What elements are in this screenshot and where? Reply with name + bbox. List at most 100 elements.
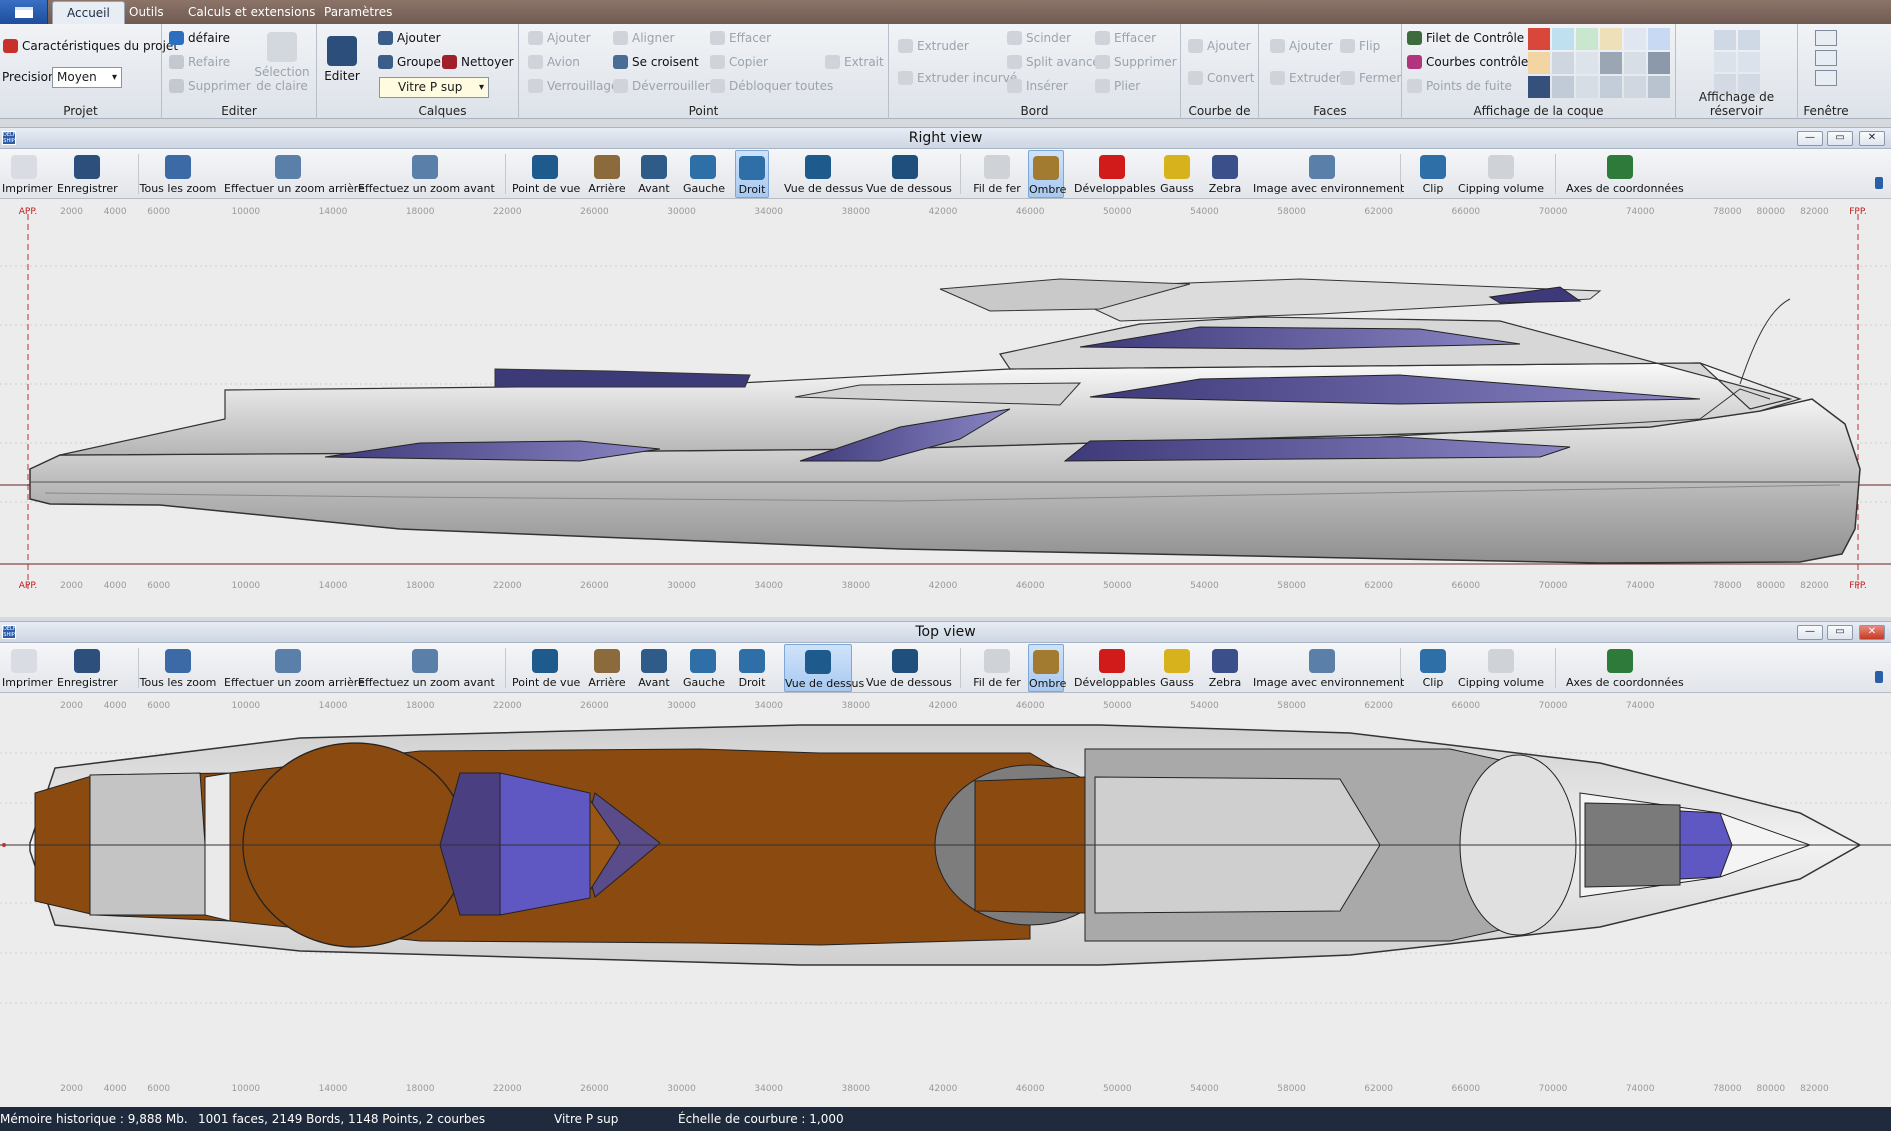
tank-icon[interactable] bbox=[1714, 30, 1736, 50]
control-curves-button[interactable]: Courbes contrôle bbox=[1406, 52, 1528, 72]
environment-image-button[interactable]: Image avec environnement bbox=[1253, 644, 1404, 692]
developables-button[interactable]: Développables bbox=[1074, 644, 1156, 692]
tile-window-icon[interactable] bbox=[1815, 50, 1837, 66]
hull-curve-icon[interactable] bbox=[1528, 52, 1550, 74]
point-plane-button[interactable]: Avion bbox=[527, 52, 580, 72]
back-view-button[interactable]: Arrière bbox=[587, 644, 627, 692]
hull-grid-icon[interactable] bbox=[1648, 52, 1670, 74]
coordinate-axes-button[interactable]: Axes de coordonnées bbox=[1566, 644, 1684, 692]
application-menu-button[interactable] bbox=[0, 0, 48, 24]
top-view-button[interactable]: Vue de dessus bbox=[784, 644, 864, 692]
project-characteristics-button[interactable]: Caractéristiques du projet bbox=[2, 36, 178, 56]
bottom-view-button[interactable]: Vue de dessous bbox=[866, 150, 952, 198]
edge-erase-button[interactable]: Effacer bbox=[1094, 28, 1156, 48]
vanishing-points-button[interactable]: Points de fuite bbox=[1406, 76, 1512, 96]
top-view-canvas[interactable]: 2000 4000 6000 10000 14000 18000 22000 26000 300… bbox=[0, 693, 1891, 1107]
tank-fill-icon[interactable] bbox=[1738, 30, 1760, 50]
save-button[interactable]: Enregistrer bbox=[57, 150, 118, 198]
environment-image-button[interactable]: Image avec environnement bbox=[1253, 150, 1404, 198]
hull-light-icon[interactable] bbox=[1528, 76, 1550, 98]
face-close-button[interactable]: Fermer bbox=[1339, 68, 1401, 88]
edge-extrude-curve-button[interactable]: Extruder incurvé bbox=[897, 68, 1017, 88]
edge-split-advanced-button[interactable]: Split avancé bbox=[1006, 52, 1100, 72]
delete-button[interactable]: Supprimer bbox=[168, 76, 251, 96]
tank-level-icon[interactable] bbox=[1738, 52, 1760, 72]
precision-select[interactable]: Moyen bbox=[52, 67, 122, 88]
tab-accueil[interactable]: Accueil bbox=[52, 1, 125, 24]
pin-icon[interactable] bbox=[1875, 177, 1883, 189]
face-add-button[interactable]: Ajouter bbox=[1269, 36, 1333, 56]
hull-mesh-icon[interactable] bbox=[1624, 52, 1646, 74]
control-net-button[interactable]: Filet de Contrôle bbox=[1406, 28, 1524, 48]
new-window-icon[interactable] bbox=[1815, 30, 1837, 46]
restore-button[interactable]: ▭ bbox=[1827, 625, 1853, 640]
edit-button[interactable]: Editer bbox=[322, 34, 362, 83]
gauss-button[interactable]: Gauss bbox=[1159, 150, 1195, 198]
right-view-button[interactable]: Droit bbox=[735, 150, 769, 198]
zoom-out-button[interactable]: Effectuer un zoom arrière bbox=[224, 644, 365, 692]
save-button[interactable]: Enregistrer bbox=[57, 644, 118, 692]
cascade-window-icon[interactable] bbox=[1815, 70, 1837, 86]
shade-button[interactable]: Ombre bbox=[1028, 150, 1066, 198]
point-unlock-all-button[interactable]: Débloquer toutes bbox=[709, 76, 833, 96]
left-view-button[interactable]: Gauche bbox=[683, 150, 725, 198]
curve-convert-button[interactable]: Convert bbox=[1187, 68, 1254, 88]
hull-flow-icon[interactable] bbox=[1600, 76, 1622, 98]
clear-selection-button[interactable]: Sélection de claire bbox=[252, 30, 312, 93]
hull-box-icon[interactable] bbox=[1648, 76, 1670, 98]
minimize-button[interactable]: — bbox=[1797, 625, 1823, 640]
point-extract-button[interactable]: Extrait bbox=[824, 52, 884, 72]
tank-section-icon[interactable] bbox=[1714, 52, 1736, 72]
hull-wire-icon[interactable] bbox=[1576, 52, 1598, 74]
hull-shade-icon[interactable] bbox=[1552, 28, 1574, 50]
close-button[interactable]: ✕ bbox=[1859, 625, 1885, 640]
hull-view-icon[interactable] bbox=[1552, 76, 1574, 98]
clipping-volume-button[interactable]: Cipping volume bbox=[1458, 644, 1544, 692]
clip-button[interactable]: Clip bbox=[1418, 150, 1448, 198]
right-view-button[interactable]: Droit bbox=[735, 644, 769, 692]
tab-parametres[interactable]: Paramètres bbox=[310, 1, 406, 24]
clipping-volume-button[interactable]: Cipping volume bbox=[1458, 150, 1544, 198]
hull-color-icon[interactable] bbox=[1528, 28, 1550, 50]
restore-button[interactable]: ▭ bbox=[1827, 131, 1853, 146]
edge-extrude-button[interactable]: Extruder bbox=[897, 36, 969, 56]
zoom-in-button[interactable]: Effectuez un zoom avant bbox=[358, 150, 495, 198]
point-align-button[interactable]: Aligner bbox=[612, 28, 674, 48]
wireframe-button[interactable]: Fil de fer bbox=[973, 644, 1021, 692]
hull-outline-icon[interactable] bbox=[1624, 28, 1646, 50]
coordinate-axes-button[interactable]: Axes de coordonnées bbox=[1566, 150, 1684, 198]
right-view-canvas[interactable]: 2000 4000 6000 10000 14000 18000 22000 26000 300… bbox=[0, 199, 1891, 617]
print-button[interactable]: Imprimer bbox=[2, 150, 53, 198]
face-extrude-button[interactable]: Extruder bbox=[1269, 68, 1341, 88]
zoom-all-button[interactable]: Tous les zoom bbox=[137, 150, 219, 198]
developables-button[interactable]: Développables bbox=[1074, 150, 1156, 198]
face-flip-button[interactable]: Flip bbox=[1339, 36, 1380, 56]
viewpoint-button[interactable]: Point de vue bbox=[512, 644, 580, 692]
point-lock-button[interactable]: Verrouillage bbox=[527, 76, 618, 96]
edge-split-button[interactable]: Scinder bbox=[1006, 28, 1071, 48]
hull-split-icon[interactable] bbox=[1624, 76, 1646, 98]
front-view-button[interactable]: Avant bbox=[636, 644, 672, 692]
point-copy-button[interactable]: Copier bbox=[709, 52, 768, 72]
edge-fold-button[interactable]: Plier bbox=[1094, 76, 1140, 96]
front-view-button[interactable]: Avant bbox=[636, 150, 672, 198]
top-view-button[interactable]: Vue de dessus bbox=[784, 150, 863, 198]
point-erase-button[interactable]: Effacer bbox=[709, 28, 771, 48]
clip-button[interactable]: Clip bbox=[1418, 644, 1448, 692]
shade-button[interactable]: Ombre bbox=[1028, 644, 1066, 692]
left-view-button[interactable]: Gauche bbox=[683, 644, 725, 692]
edge-insert-button[interactable]: Insérer bbox=[1006, 76, 1068, 96]
viewpoint-button[interactable]: Point de vue bbox=[512, 150, 580, 198]
pin-icon[interactable] bbox=[1875, 671, 1883, 683]
point-add-button[interactable]: Ajouter bbox=[527, 28, 591, 48]
bottom-view-button[interactable]: Vue de dessous bbox=[866, 644, 952, 692]
hull-green-icon[interactable] bbox=[1576, 28, 1598, 50]
layer-add-button[interactable]: Ajouter bbox=[377, 28, 441, 48]
layer-clean-button[interactable]: Nettoyer bbox=[441, 52, 514, 72]
zebra-button[interactable]: Zebra bbox=[1206, 644, 1244, 692]
hull-zoom-icon[interactable] bbox=[1576, 76, 1598, 98]
undo-button[interactable]: défaire bbox=[168, 28, 230, 48]
edge-delete-button[interactable]: Supprimer bbox=[1094, 52, 1177, 72]
print-button[interactable]: Imprimer bbox=[2, 644, 53, 692]
zoom-in-button[interactable]: Effectuez un zoom avant bbox=[358, 644, 495, 692]
